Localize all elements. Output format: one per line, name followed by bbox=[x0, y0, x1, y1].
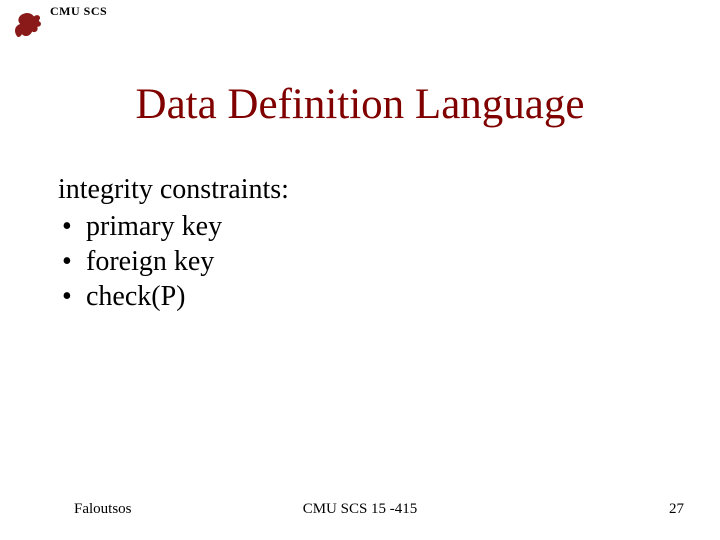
bullet-item: primary key bbox=[58, 209, 662, 244]
slide-header: CMU SCS bbox=[10, 6, 107, 42]
dragon-logo-icon bbox=[10, 6, 44, 42]
footer-course: CMU SCS 15 -415 bbox=[0, 501, 720, 518]
bullet-list: primary key foreign key check(P) bbox=[58, 209, 662, 314]
slide-body: integrity constraints: primary key forei… bbox=[58, 172, 662, 314]
header-label: CMU SCS bbox=[50, 4, 107, 19]
bullet-item: foreign key bbox=[58, 244, 662, 279]
footer-page-number: 27 bbox=[669, 501, 684, 518]
slide: CMU SCS Data Definition Language integri… bbox=[0, 0, 720, 540]
body-lead-text: integrity constraints: bbox=[58, 172, 662, 207]
slide-title: Data Definition Language bbox=[0, 80, 720, 129]
bullet-item: check(P) bbox=[58, 279, 662, 314]
